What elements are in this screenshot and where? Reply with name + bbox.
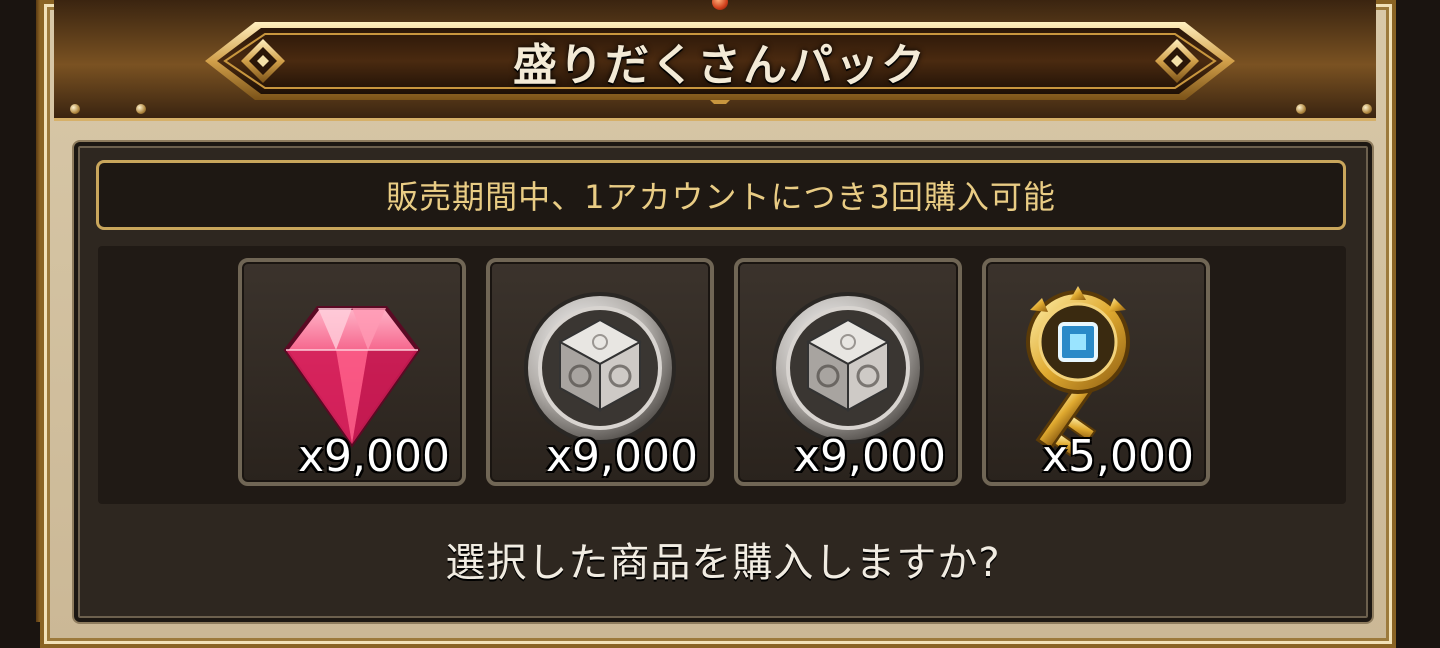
item-slot-key[interactable]: x5,000 <box>982 258 1210 486</box>
item-quantity: x5,000 <box>1041 431 1194 482</box>
rivet-ornament <box>1362 104 1372 114</box>
item-slot-dice-coin[interactable]: x9,000 <box>734 258 962 486</box>
purchase-limit-notice: 販売期間中、1アカウントにつき3回購入可能 <box>96 160 1346 230</box>
rivet-ornament <box>70 104 80 114</box>
item-quantity: x9,000 <box>297 431 450 482</box>
dialog-title: 盛りだくさんパック <box>513 40 927 91</box>
item-list: x9,000 x9,000 x9,000 x5,000 <box>98 246 1346 504</box>
title-banner: 盛りだくさんパック <box>185 18 1255 104</box>
rivet-ornament <box>1296 104 1306 114</box>
pack-contents-panel: 販売期間中、1アカウントにつき3回購入可能 x9,000 x9,000 x9,0… <box>74 142 1372 622</box>
purchase-confirm-question: 選択した商品を購入しますか? <box>445 540 1001 586</box>
item-slot-dice-coin[interactable]: x9,000 <box>486 258 714 486</box>
item-quantity: x9,000 <box>793 431 946 482</box>
rivet-ornament <box>136 104 146 114</box>
item-slot-gem[interactable]: x9,000 <box>238 258 466 486</box>
item-quantity: x9,000 <box>545 431 698 482</box>
